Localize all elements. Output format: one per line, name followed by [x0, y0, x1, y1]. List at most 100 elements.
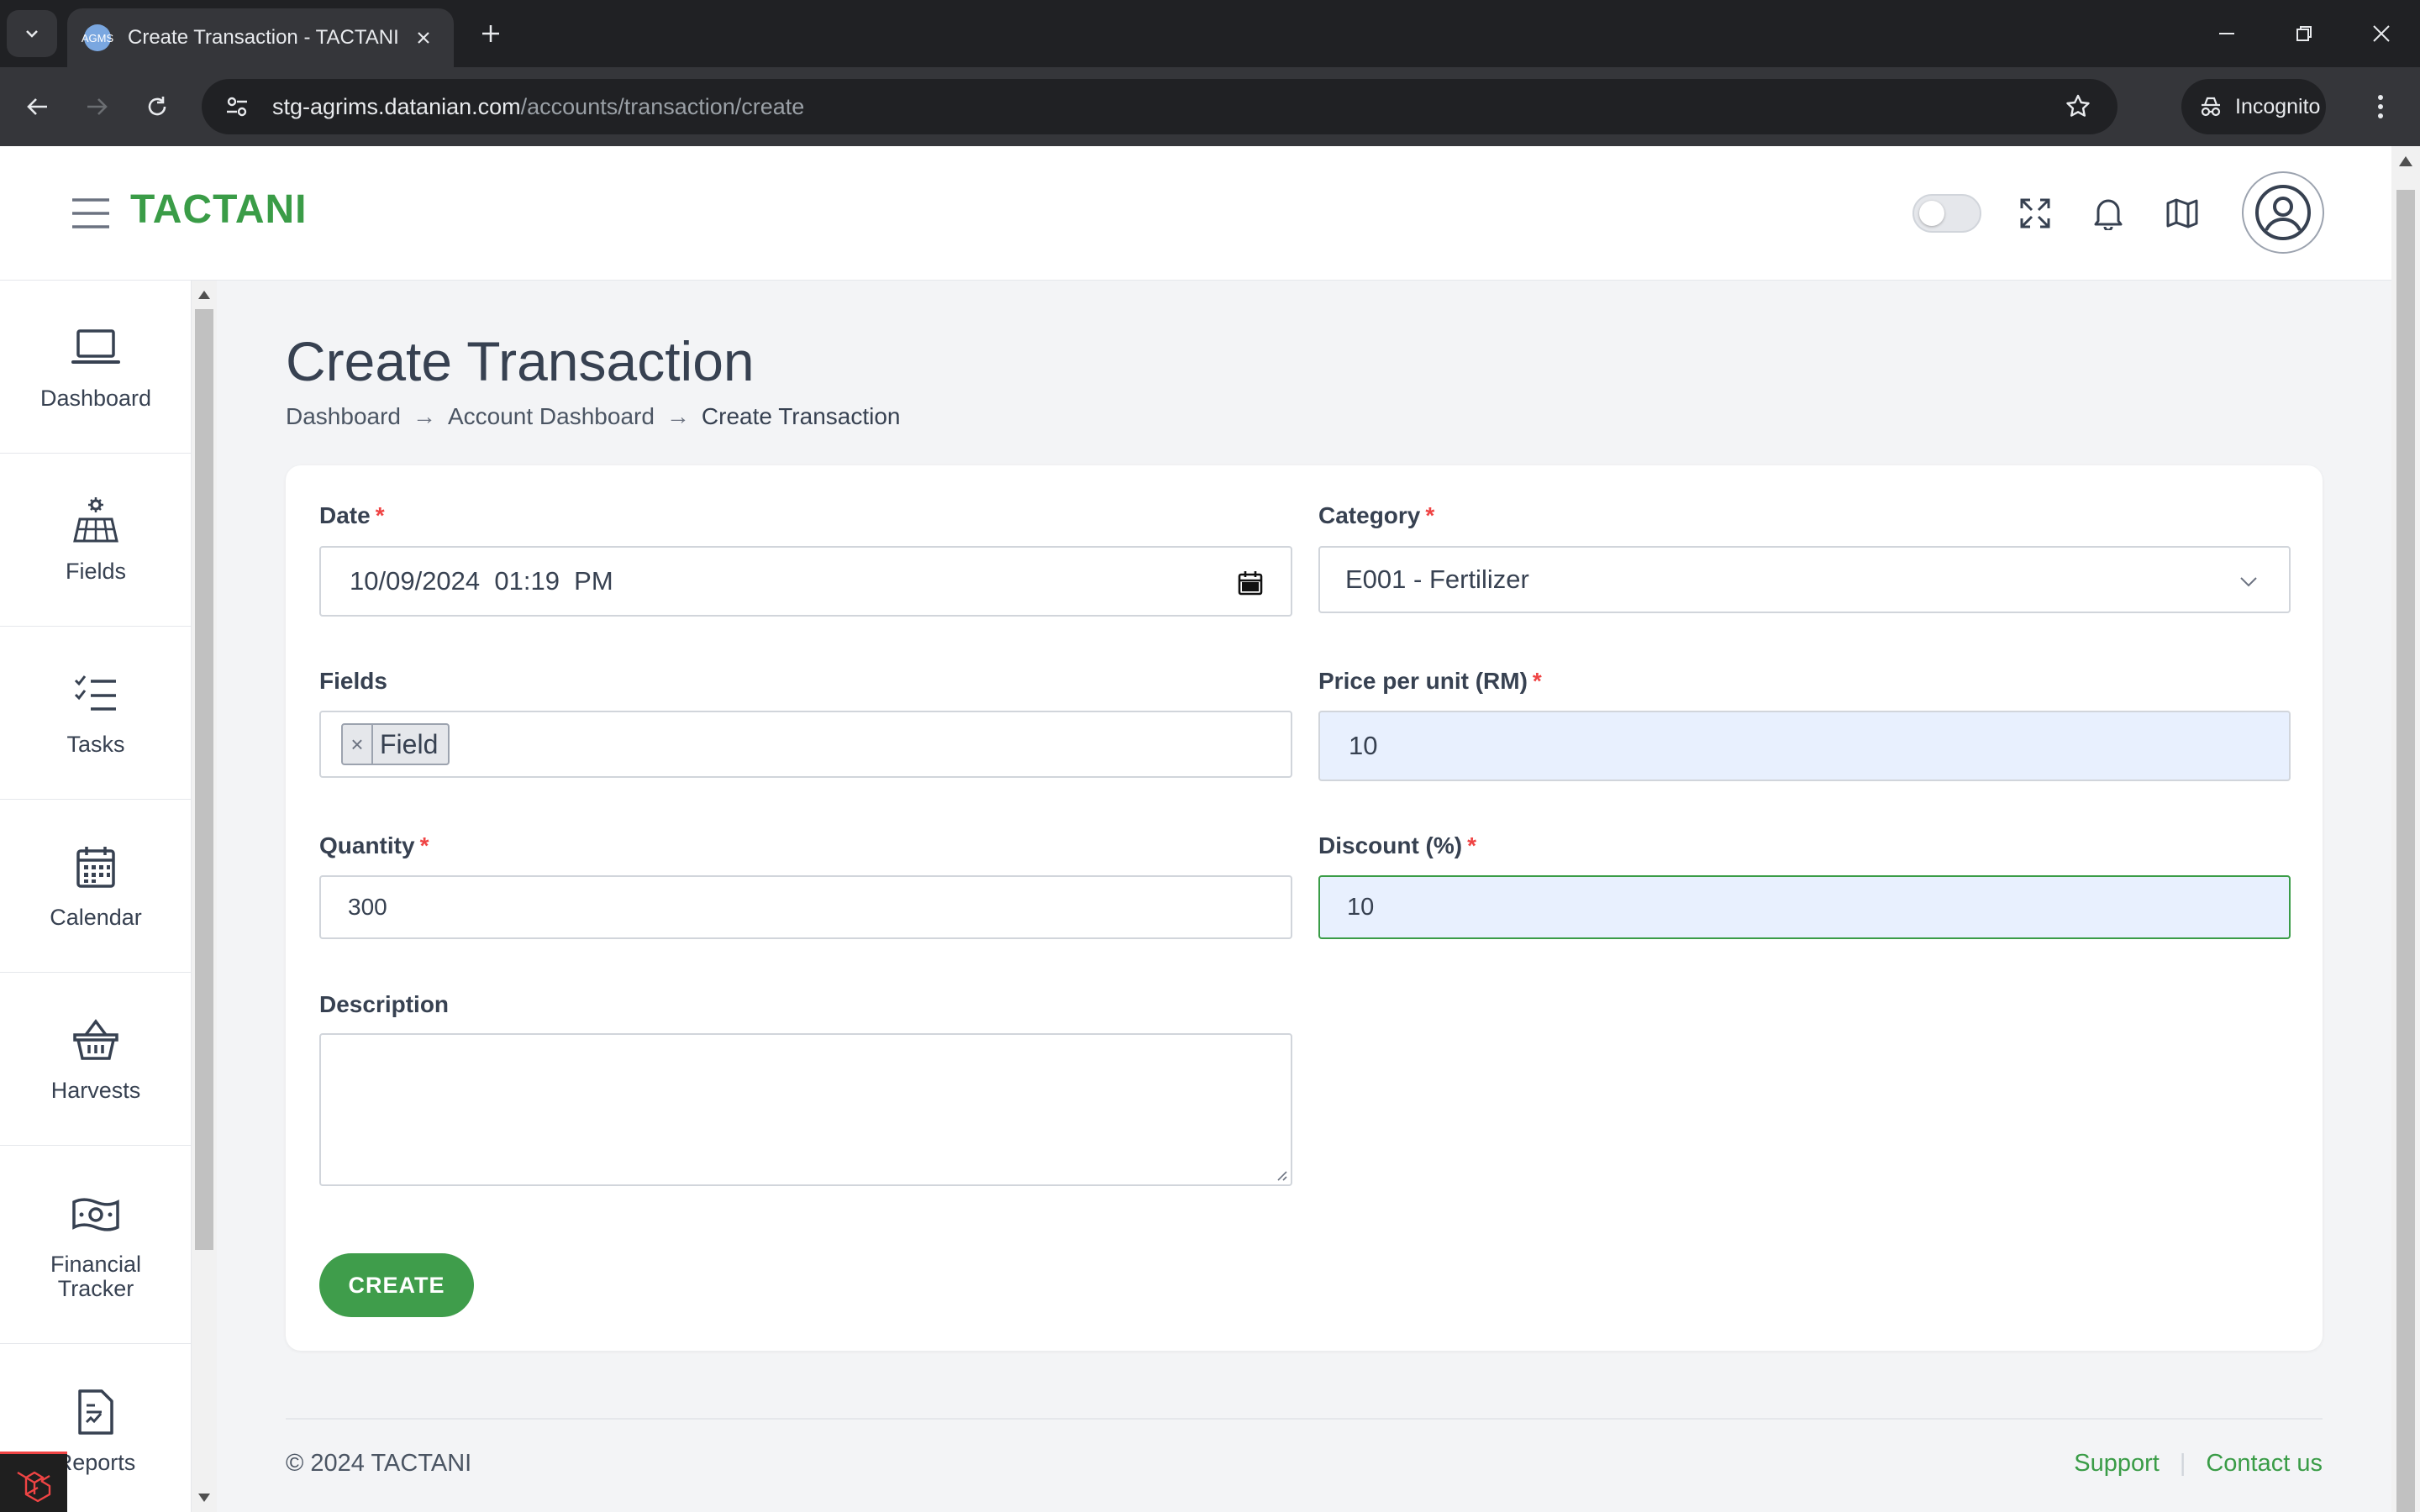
quantity-value: 300: [348, 894, 387, 920]
close-icon: [2373, 25, 2390, 42]
footer-links: Support | Contact us: [2074, 1450, 2323, 1478]
chip-label: Field: [380, 728, 439, 759]
required-marker: *: [419, 832, 429, 858]
map-button[interactable]: [2162, 193, 2202, 234]
expand-icon: [2020, 198, 2050, 228]
chip-remove-button[interactable]: ×: [343, 725, 373, 764]
quantity-label: Quantity *: [319, 832, 429, 859]
footer-separator: |: [2179, 1450, 2186, 1477]
close-window-button[interactable]: [2356, 10, 2407, 57]
incognito-icon: [2201, 97, 2221, 117]
browser-toolbar: stg-agrims.datanian.com/accounts/transac…: [0, 67, 2420, 146]
date-input[interactable]: 10/09/2024 01:19 PM: [319, 546, 1292, 617]
brand-logo[interactable]: TACTANI: [130, 186, 308, 233]
tasks-icon: [71, 669, 121, 719]
breadcrumb-dashboard[interactable]: Dashboard: [286, 403, 401, 430]
price-input[interactable]: 10: [1318, 711, 2291, 781]
breadcrumb-separator: →: [666, 403, 690, 429]
sidebar-item-financial-tracker[interactable]: Financial Tracker: [0, 1146, 191, 1344]
sidebar-item-label: Financial Tracker: [50, 1251, 142, 1301]
restore-button[interactable]: [2279, 10, 2329, 57]
breadcrumb-separator: →: [412, 403, 436, 429]
tab-title: Create Transaction - TACTANI: [128, 26, 399, 49]
new-tab-button[interactable]: [471, 13, 511, 54]
discount-input[interactable]: 10: [1318, 875, 2291, 939]
basket-icon: [71, 1015, 121, 1065]
sidebar-scrollbar[interactable]: [192, 281, 217, 1512]
discount-label: Discount (%) *: [1318, 832, 1476, 859]
discount-label-text: Discount (%): [1318, 832, 1463, 858]
date-label-text: Date: [319, 502, 371, 528]
breadcrumb-current: Create Transaction: [701, 403, 901, 429]
menu-toggle-button[interactable]: [71, 193, 111, 234]
field-icon: [71, 496, 121, 546]
debugbar-toggle[interactable]: [0, 1452, 67, 1512]
fields-label: Fields: [319, 668, 387, 695]
sidebar-item-label: Reports: [55, 1449, 136, 1475]
favicon-icon: AGMS: [82, 24, 113, 51]
minimize-button[interactable]: [2202, 10, 2252, 57]
category-label-text: Category: [1318, 502, 1421, 528]
bookmark-button[interactable]: [2057, 86, 2099, 128]
category-select[interactable]: E001 - Fertilizer: [1318, 546, 2291, 613]
browser-menu-button[interactable]: [2360, 86, 2402, 128]
report-icon: [71, 1387, 121, 1437]
sidebar-item-tasks[interactable]: Tasks: [0, 627, 191, 800]
browser-tab-active[interactable]: AGMS Create Transaction - TACTANI: [67, 8, 454, 67]
sidebar-item-harvests[interactable]: Harvests: [0, 973, 191, 1146]
date-value: 10/09/2024 01:19 PM: [350, 566, 613, 596]
fields-label-text: Fields: [319, 668, 387, 694]
incognito-indicator[interactable]: Incognito: [2181, 79, 2326, 134]
laptop-icon: [71, 323, 121, 373]
scrollbar-thumb[interactable]: [2396, 190, 2415, 1512]
scrollbar-thumb[interactable]: [195, 309, 213, 1250]
contact-us-link[interactable]: Contact us: [2206, 1450, 2323, 1478]
plus-icon: [482, 25, 499, 42]
description-textarea[interactable]: [319, 1033, 1292, 1186]
required-marker: *: [375, 502, 385, 528]
discount-value: 10: [1347, 893, 1375, 921]
site-info-button[interactable]: [220, 90, 254, 123]
chevron-down-icon: [2240, 577, 2257, 587]
support-link[interactable]: Support: [2074, 1450, 2160, 1478]
back-button[interactable]: [17, 86, 59, 128]
description-label-text: Description: [319, 991, 450, 1017]
bell-icon: [2094, 199, 2123, 230]
minimize-icon: [2219, 33, 2234, 34]
fields-multiselect[interactable]: × Field: [319, 711, 1292, 778]
breadcrumb: Dashboard → Account Dashboard → Create T…: [286, 403, 901, 430]
sidebar-item-label: Dashboard: [39, 386, 152, 411]
sidebar-item-fields[interactable]: Fields: [0, 454, 191, 627]
address-bar[interactable]: stg-agrims.datanian.com/accounts/transac…: [202, 79, 2118, 134]
restore-icon: [2296, 26, 2312, 41]
category-value: E001 - Fertilizer: [1345, 564, 1529, 594]
forward-button[interactable]: [76, 86, 118, 128]
money-icon: [71, 1189, 121, 1239]
map-pin-icon: [2166, 198, 2198, 228]
quantity-label-text: Quantity: [319, 832, 415, 858]
tab-search-button[interactable]: [7, 10, 57, 57]
theme-toggle[interactable]: [1912, 194, 1981, 233]
sidebar-nav: Dashboard Fields Tasks Calendar Harvests…: [0, 281, 192, 1512]
notifications-button[interactable]: [2088, 193, 2128, 234]
sidebar-item-calendar[interactable]: Calendar: [0, 800, 191, 973]
breadcrumb-account-dashboard[interactable]: Account Dashboard: [448, 403, 655, 430]
close-icon: [418, 32, 429, 44]
reload-button[interactable]: [136, 86, 178, 128]
incognito-label: Incognito: [2235, 94, 2321, 118]
fullscreen-button[interactable]: [2015, 193, 2055, 234]
resize-grip-icon[interactable]: [1274, 1168, 1287, 1181]
calendar-picker-icon[interactable]: [1237, 570, 1264, 596]
scroll-up-arrow[interactable]: [198, 291, 210, 299]
quantity-input[interactable]: 300: [319, 875, 1292, 939]
create-button[interactable]: CREATE: [319, 1253, 474, 1317]
scroll-down-arrow[interactable]: [198, 1494, 210, 1502]
hamburger-icon: [72, 198, 109, 228]
page-scrollbar[interactable]: [2391, 146, 2420, 1512]
tab-close-button[interactable]: [410, 24, 437, 51]
scroll-up-arrow[interactable]: [2399, 156, 2412, 166]
user-avatar-button[interactable]: [2242, 171, 2324, 254]
sidebar-item-label: Calendar: [50, 905, 142, 930]
sidebar-item-label: Fields: [65, 559, 127, 584]
sidebar-item-dashboard[interactable]: Dashboard: [0, 281, 191, 454]
